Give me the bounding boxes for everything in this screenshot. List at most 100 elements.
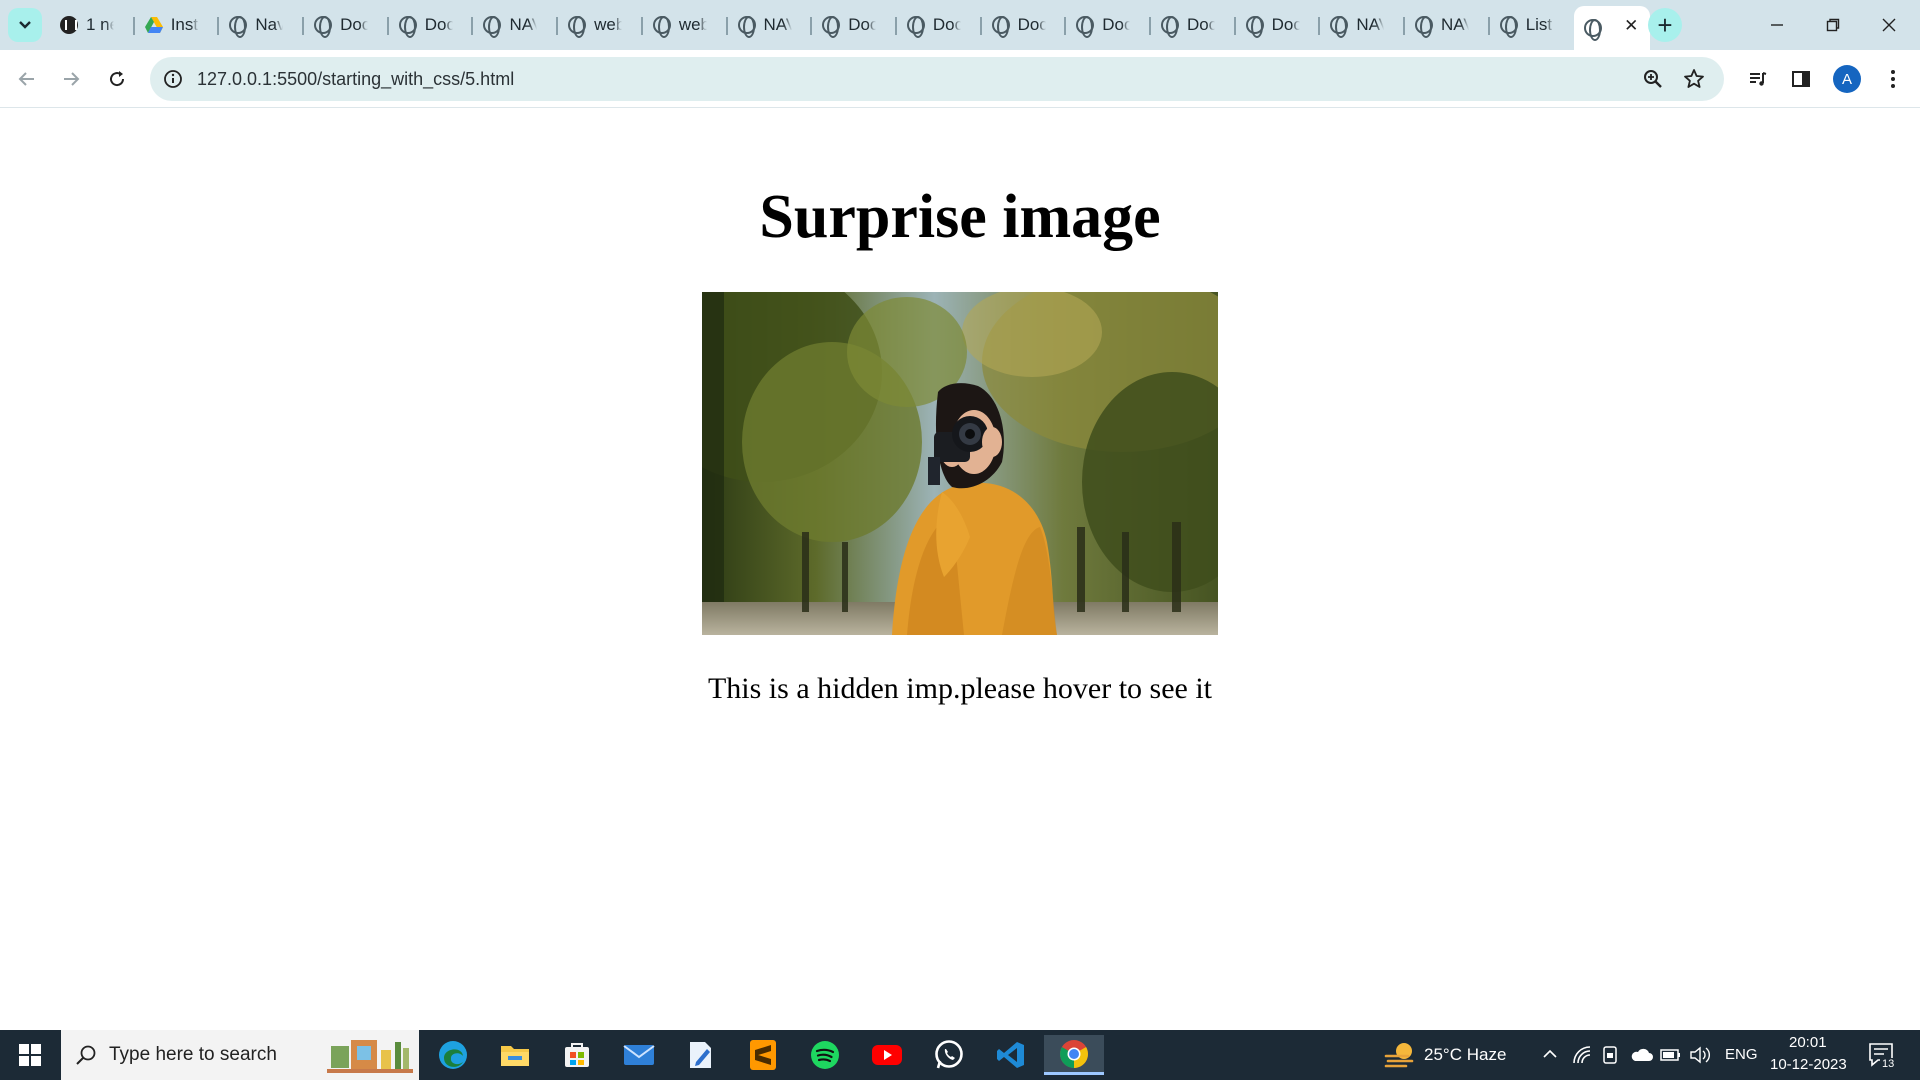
tab[interactable]: Doc	[982, 6, 1067, 44]
globe-icon	[822, 16, 841, 38]
bookmark-star-icon[interactable]	[1682, 67, 1706, 91]
chrome-icon	[1060, 1039, 1088, 1068]
tab[interactable]: Doc	[897, 6, 982, 44]
minimize-button[interactable]	[1754, 8, 1800, 42]
tab[interactable]: Doc	[812, 6, 897, 44]
tab[interactable]: NAV	[1405, 6, 1490, 44]
globe-icon	[1584, 19, 1603, 41]
globe-icon	[737, 16, 756, 38]
kebab-menu-icon	[1891, 70, 1895, 88]
tab[interactable]: NAV	[728, 6, 813, 44]
globe-icon	[1076, 16, 1095, 38]
globe-icon	[483, 16, 502, 38]
reload-button[interactable]	[100, 62, 134, 96]
taskbar-mail[interactable]	[619, 1035, 659, 1075]
edge-icon	[439, 1041, 467, 1069]
globe-icon	[652, 16, 671, 38]
taskbar-youtube[interactable]	[867, 1035, 907, 1075]
tab[interactable]: Doc	[1151, 6, 1236, 44]
clock-date[interactable]: 10-12-2023	[1770, 1056, 1847, 1073]
taskbar-edge[interactable]	[433, 1035, 473, 1075]
side-panel-button[interactable]	[1784, 62, 1818, 96]
site-info-icon[interactable]	[161, 67, 185, 91]
tab[interactable]: Nav	[219, 6, 304, 44]
tab-label: Doc	[340, 15, 369, 34]
tab[interactable]: List	[1490, 6, 1575, 44]
youtube-icon	[872, 1045, 902, 1065]
sublime-text-icon	[750, 1040, 776, 1070]
tab[interactable]: Inst	[135, 6, 220, 44]
taskbar-whatsapp[interactable]	[929, 1035, 969, 1075]
notification-count: 13	[1880, 1058, 1897, 1070]
globe-icon	[1160, 16, 1179, 38]
globe-icon	[991, 16, 1010, 38]
tab[interactable]: Doc	[389, 6, 474, 44]
tab-label: Inst	[170, 15, 199, 34]
tab-label: 1 ne	[86, 15, 114, 34]
forward-button[interactable]	[54, 62, 88, 96]
volume-icon[interactable]	[1689, 1045, 1711, 1065]
globe-icon	[1330, 16, 1349, 38]
tab[interactable]: web	[643, 6, 728, 44]
weather-haze-icon	[1384, 1043, 1414, 1068]
taskbar-paint[interactable]	[681, 1035, 721, 1075]
taskbar-file-explorer[interactable]	[495, 1035, 535, 1075]
mail-icon	[623, 1045, 655, 1065]
arrow-right-icon	[64, 72, 80, 86]
address-bar[interactable]: 127.0.0.1:5500/starting_with_css/5.html	[150, 57, 1724, 101]
taskbar-search-box[interactable]: Type here to search	[61, 1030, 419, 1080]
active-tab[interactable]: ✕	[1574, 6, 1651, 50]
tab-label: NAV	[1356, 15, 1384, 34]
globe-icon	[1499, 16, 1518, 38]
tab-label: web	[678, 15, 707, 34]
close-tab-icon[interactable]: ✕	[1624, 16, 1638, 36]
tab[interactable]: NAV	[473, 6, 558, 44]
close-window-button[interactable]	[1866, 8, 1912, 42]
tab[interactable]: web	[558, 6, 643, 44]
new-tab-button[interactable]: +	[1648, 8, 1682, 42]
tab-label: Doc	[932, 15, 961, 34]
clock-time[interactable]: 20:01	[1789, 1034, 1827, 1051]
globe-icon	[398, 16, 417, 38]
tab-search-button[interactable]	[8, 8, 42, 42]
tab-label: web	[594, 15, 623, 34]
chevron-up-icon[interactable]	[1542, 1048, 1558, 1060]
tab[interactable]: 1 ne	[50, 6, 135, 44]
url-text: 127.0.0.1:5500/starting_with_css/5.html	[197, 69, 515, 89]
browser-toolbar: 127.0.0.1:5500/starting_with_css/5.html	[0, 50, 1920, 108]
wiki-icon	[60, 16, 78, 34]
taskbar-vscode[interactable]	[991, 1035, 1031, 1075]
windows-logo-icon	[19, 1044, 41, 1066]
tab[interactable]: Doc	[1236, 6, 1321, 44]
restore-button[interactable]	[1810, 8, 1856, 42]
media-controls-button[interactable]	[1741, 62, 1775, 96]
playlist-icon	[1750, 72, 1767, 86]
globe-icon	[1415, 16, 1433, 38]
tab-label: NAV	[763, 15, 792, 34]
taskbar-store[interactable]	[557, 1035, 597, 1075]
menu-button[interactable]	[1876, 62, 1910, 96]
zoom-icon[interactable]	[1641, 67, 1665, 91]
whatsapp-icon	[935, 1040, 963, 1069]
tab[interactable]: Doc	[304, 6, 389, 44]
restore-icon	[1826, 18, 1840, 32]
chevron-down-icon	[19, 21, 31, 29]
weather-text[interactable]: 25°C Haze	[1424, 1045, 1506, 1065]
tab[interactable]: NAV	[1320, 6, 1405, 44]
start-button[interactable]	[0, 1030, 60, 1080]
meet-now-icon[interactable]	[1601, 1045, 1621, 1065]
taskbar-spotify[interactable]	[805, 1035, 845, 1075]
tab[interactable]: Doc	[1066, 6, 1151, 44]
network-icon[interactable]	[1572, 1045, 1592, 1065]
taskbar-chrome[interactable]	[1044, 1035, 1104, 1075]
battery-icon[interactable]	[1660, 1046, 1682, 1064]
close-icon	[1882, 18, 1896, 32]
page-caption: This is a hidden imp.please hover to see…	[707, 672, 1213, 705]
profile-avatar[interactable]: A	[1833, 65, 1861, 93]
tab-label: List	[1525, 15, 1553, 34]
store-icon	[565, 1043, 589, 1067]
taskbar-sublime[interactable]	[743, 1035, 783, 1075]
language-indicator[interactable]: ENG	[1725, 1046, 1758, 1063]
onedrive-icon[interactable]	[1630, 1045, 1654, 1065]
back-button[interactable]	[10, 62, 44, 96]
